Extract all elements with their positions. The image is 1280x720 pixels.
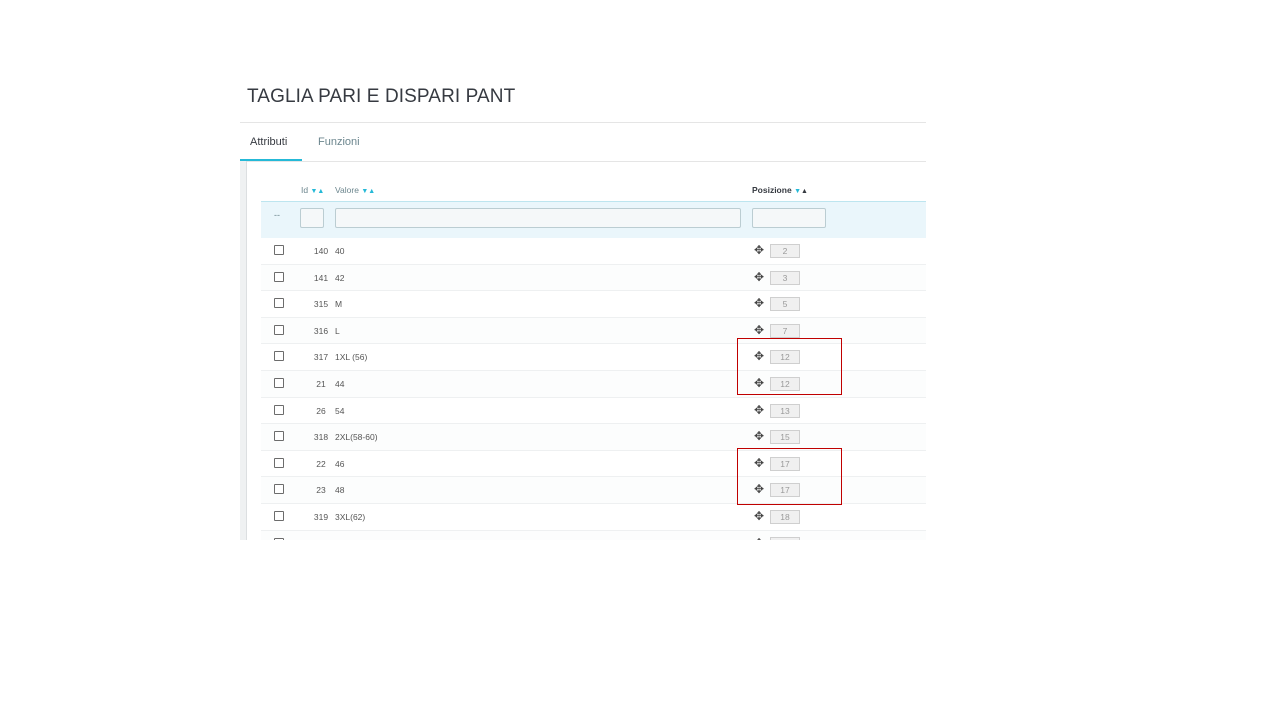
valore-filter-input[interactable] xyxy=(335,208,741,228)
filter-placeholder: -- xyxy=(274,210,280,220)
row-checkbox[interactable] xyxy=(274,431,284,442)
move-arrows-icon[interactable]: ✥ xyxy=(754,429,764,443)
tab-funzioni[interactable]: Funzioni xyxy=(308,123,370,161)
caret-up-icon[interactable]: ▲ xyxy=(801,188,808,195)
row-checkbox[interactable] xyxy=(274,537,284,540)
caret-up-icon[interactable]: ▲ xyxy=(317,188,324,195)
row-checkbox[interactable] xyxy=(274,298,284,309)
table-header: Id ▼▲ Valore ▼▲ Posizione ▼▲ xyxy=(261,180,926,200)
table-row[interactable]: ✥ 19 xyxy=(261,530,926,540)
table-row[interactable]: 319 3XL(62) ✥ 18 xyxy=(261,503,926,531)
tab-bar: Attributi Funzioni xyxy=(240,122,926,162)
row-value: 44 xyxy=(335,378,345,389)
header-valore[interactable]: Valore ▼▲ xyxy=(335,180,375,202)
panel-left-border xyxy=(240,161,247,540)
row-checkbox[interactable] xyxy=(274,271,284,282)
move-arrows-icon[interactable]: ✥ xyxy=(754,270,764,284)
table-row[interactable]: 26 54 ✥ 13 xyxy=(261,397,926,425)
move-arrows-icon[interactable]: ✥ xyxy=(754,403,764,417)
caret-up-icon[interactable]: ▲ xyxy=(368,188,375,195)
position-field: 3 xyxy=(770,270,800,285)
row-value: L xyxy=(335,325,340,336)
move-arrows-icon[interactable]: ✥ xyxy=(754,509,764,523)
row-value: M xyxy=(335,299,343,310)
row-value: 46 xyxy=(335,458,345,469)
move-arrows-icon[interactable]: ✥ xyxy=(754,296,764,310)
row-checkbox[interactable] xyxy=(274,351,284,362)
header-posizione[interactable]: Posizione ▼▲ xyxy=(752,180,808,202)
position-field: 15 xyxy=(770,430,800,445)
table-row[interactable]: 315 M ✥ 5 xyxy=(261,291,926,318)
row-checkbox[interactable] xyxy=(274,484,284,495)
row-value: 1XL (56) xyxy=(335,352,368,363)
row-value: 3XL(62) xyxy=(335,511,366,522)
row-value: 2XL(58-60) xyxy=(335,432,378,443)
tab-attributi[interactable]: Attributi xyxy=(240,123,302,161)
header-id[interactable]: Id ▼▲ xyxy=(301,180,324,202)
table-row[interactable]: 141 42 ✥ 3 xyxy=(261,264,926,292)
position-field: 13 xyxy=(770,403,800,418)
highlight-box xyxy=(737,448,842,505)
id-filter-input[interactable] xyxy=(300,208,324,228)
filter-row: -- xyxy=(261,201,926,239)
row-value: 54 xyxy=(335,405,345,416)
position-field: 19 xyxy=(770,536,800,540)
row-checkbox[interactable] xyxy=(274,457,284,468)
position-field: 18 xyxy=(770,509,800,524)
position-field: 7 xyxy=(770,323,800,338)
row-checkbox[interactable] xyxy=(274,377,284,388)
move-arrows-icon[interactable]: ✥ xyxy=(754,243,764,257)
page-title: TAGLIA PARI E DISPARI PANT xyxy=(247,86,516,107)
table-row[interactable]: 318 2XL(58-60) ✥ 15 xyxy=(261,424,926,451)
row-checkbox[interactable] xyxy=(274,245,284,255)
caret-down-icon[interactable]: ▼ xyxy=(794,188,801,195)
row-value: 48 xyxy=(335,485,345,496)
row-checkbox[interactable] xyxy=(274,404,284,415)
row-value: 40 xyxy=(335,246,345,256)
row-checkbox[interactable] xyxy=(274,324,284,335)
row-value: 42 xyxy=(335,272,345,283)
row-checkbox[interactable] xyxy=(274,510,284,521)
position-field: 5 xyxy=(770,297,800,312)
move-arrows-icon[interactable]: ✥ xyxy=(754,536,764,540)
position-field: 2 xyxy=(770,244,800,258)
highlight-box xyxy=(737,338,842,395)
table-row[interactable]: 140 40 ✥ 2 xyxy=(261,238,926,265)
move-arrows-icon[interactable]: ✥ xyxy=(754,323,764,337)
posizione-filter-input[interactable] xyxy=(752,208,826,228)
